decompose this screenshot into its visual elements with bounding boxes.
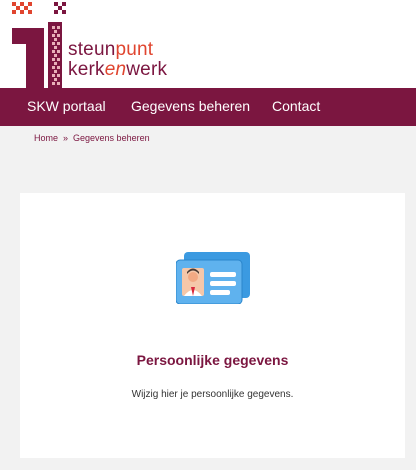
card-title[interactable]: Persoonlijke gegevens (20, 352, 405, 368)
logo-word-en: en (104, 59, 127, 80)
logo-word-kerk: kerk (68, 59, 105, 80)
site-logo[interactable]: steunpunt kerkenwerk (0, 0, 200, 88)
logo-wordmark: steunpunt kerkenwerk (68, 40, 167, 80)
logo-word-steun: steun (68, 39, 116, 60)
logo-word-punt: punt (115, 39, 154, 60)
site-header: steunpunt kerkenwerk (0, 0, 416, 88)
logo-line-2: kerkenwerk (68, 60, 167, 80)
breadcrumb-current: Gegevens beheren (73, 133, 150, 143)
main-nav: SKW portaal Gegevens beheren Contact (0, 88, 416, 126)
id-card-icon (176, 252, 250, 304)
personal-data-card[interactable]: Persoonlijke gegevens Wijzig hier je per… (20, 193, 405, 458)
logo-checker (12, 2, 66, 14)
breadcrumb-separator: » (63, 133, 69, 143)
nav-item-gegevens-beheren[interactable]: Gegevens beheren (131, 98, 250, 114)
logo-line-1: steunpunt (68, 40, 167, 60)
breadcrumb-home[interactable]: Home (34, 133, 58, 143)
nav-item-skw-portaal[interactable]: SKW portaal (27, 98, 106, 114)
nav-item-contact[interactable]: Contact (272, 98, 320, 114)
breadcrumb: Home » Gegevens beheren (34, 133, 150, 143)
logo-word-werk: werk (126, 59, 168, 80)
card-description: Wijzig hier je persoonlijke gegevens. (131, 389, 294, 400)
